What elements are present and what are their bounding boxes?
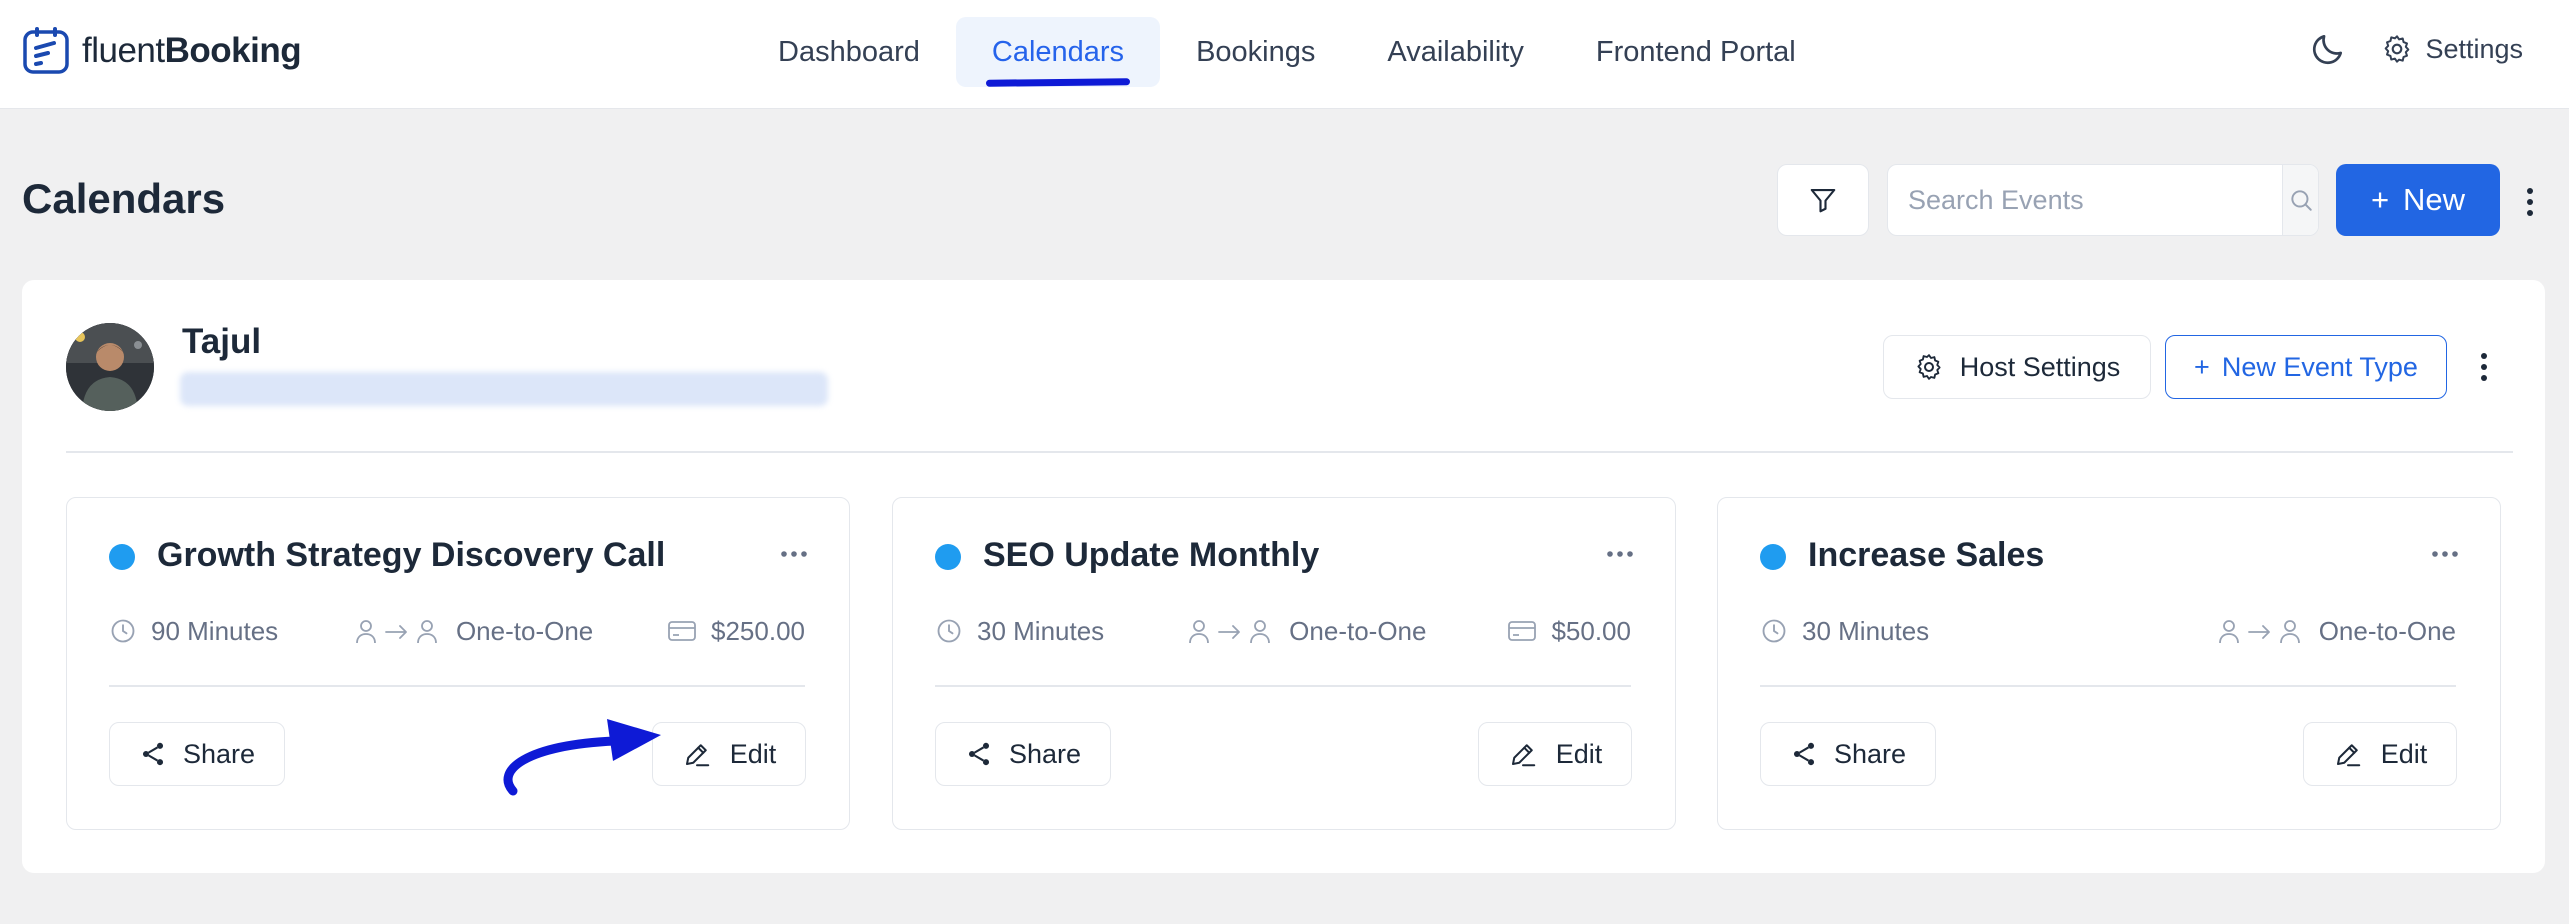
pencil-icon: [1511, 744, 1535, 767]
nav-item-label: Dashboard: [778, 35, 920, 68]
edit-button[interactable]: Edit: [652, 722, 806, 786]
one-to-one-icon: [1189, 620, 1271, 644]
host-name: Tajul: [182, 322, 262, 361]
one-to-one-icon: [356, 620, 437, 644]
search-events: [1887, 164, 2319, 236]
event-price: $50.00: [1551, 615, 1631, 646]
event-card: Growth Strategy Discovery Call 90 Minute…: [66, 497, 850, 830]
nav-item-label: Calendars: [991, 35, 1125, 68]
gear-icon: [2385, 35, 2410, 63]
share-icon: [968, 742, 990, 766]
settings-link[interactable]: Settings: [2381, 33, 2523, 65]
calendar-logo-icon: [23, 27, 69, 74]
edit-button[interactable]: Edit: [2303, 722, 2457, 786]
horizontal-dots-icon[interactable]: [2430, 548, 2460, 560]
search-icon: [2290, 190, 2312, 211]
event-type: One-to-One: [2318, 615, 2456, 646]
settings-label: Settings: [2425, 33, 2523, 64]
one-to-one-icon: [2218, 620, 2300, 644]
event-status-dot: [109, 544, 135, 570]
active-nav-underline-annotation: [985, 78, 1131, 87]
page-title: Calendars: [22, 175, 226, 222]
gear-icon: [1917, 354, 1941, 380]
event-status-dot: [935, 544, 961, 570]
top-navigation-bar: fluentBooking Dashboard Calendars Bookin…: [0, 0, 2569, 109]
logo-wordmark: fluentBooking: [82, 31, 302, 70]
nav-item-frontend-portal[interactable]: Frontend Portal: [1560, 17, 1832, 87]
edit-button[interactable]: Edit: [1478, 722, 1632, 786]
more-options-icon[interactable]: [2520, 183, 2540, 221]
nav-item-bookings[interactable]: Bookings: [1160, 17, 1351, 87]
edit-label: Edit: [729, 738, 777, 769]
event-title[interactable]: SEO Update Monthly: [983, 536, 1319, 575]
card-payment-icon: [668, 621, 696, 641]
horizontal-dots-icon[interactable]: [779, 548, 809, 560]
nav-item-dashboard[interactable]: Dashboard: [742, 17, 956, 87]
nav-item-availability[interactable]: Availability: [1351, 17, 1559, 87]
event-title[interactable]: Growth Strategy Discovery Call: [157, 536, 665, 575]
edit-label: Edit: [2380, 738, 2428, 769]
nav-item-label: Bookings: [1196, 35, 1316, 68]
event-meta: 30 Minutes One-to-One: [1760, 612, 2456, 650]
search-button[interactable]: [2282, 165, 2318, 235]
event-type: One-to-One: [1289, 615, 1427, 646]
event-price: $250.00: [711, 615, 805, 646]
event-duration: 90 Minutes: [151, 615, 279, 646]
share-label: Share: [1833, 738, 1907, 769]
event-status-dot: [1760, 544, 1786, 570]
new-event-type-button[interactable]: + New Event Type: [2165, 335, 2447, 399]
event-title[interactable]: Increase Sales: [1808, 536, 2044, 575]
event-meta: 90 Minutes One-to-One $250.00: [109, 612, 805, 650]
moon-icon[interactable]: [2309, 30, 2347, 68]
pencil-icon: [2336, 744, 2360, 767]
clock-icon: [937, 619, 961, 643]
filter-button[interactable]: [1777, 164, 1869, 236]
share-button[interactable]: Share: [109, 722, 285, 786]
pencil-icon: [685, 744, 709, 767]
share-label: Share: [1008, 738, 1082, 769]
plus-icon: +: [2194, 351, 2210, 382]
main-nav: Dashboard Calendars Bookings Availabilit…: [742, 17, 1832, 87]
avatar: [66, 323, 154, 411]
event-card: Increase Sales 30 Minutes One-to-One Sha…: [1717, 497, 2501, 830]
divider: [1760, 685, 2456, 687]
share-button[interactable]: Share: [1760, 722, 1936, 786]
horizontal-dots-icon[interactable]: [1605, 548, 1635, 560]
new-button[interactable]: + New: [2336, 164, 2500, 236]
nav-item-calendars[interactable]: Calendars: [955, 17, 1161, 87]
clock-icon: [111, 619, 135, 643]
card-payment-icon: [1508, 621, 1537, 641]
new-event-type-label: New Event Type: [2221, 351, 2418, 382]
event-duration: 30 Minutes: [1802, 615, 1930, 646]
event-duration: 30 Minutes: [977, 615, 1105, 646]
fluentbooking-logo[interactable]: fluentBooking: [22, 26, 302, 76]
divider: [109, 685, 805, 687]
share-button[interactable]: Share: [935, 722, 1111, 786]
search-input[interactable]: [1888, 165, 2282, 235]
divider: [66, 451, 2513, 453]
share-icon: [1793, 742, 1815, 766]
nav-item-label: Frontend Portal: [1595, 35, 1796, 68]
host-settings-button[interactable]: Host Settings: [1883, 335, 2151, 399]
top-right-actions: Settings: [2309, 30, 2523, 68]
divider: [935, 685, 1631, 687]
event-meta: 30 Minutes One-to-One $50.00: [935, 612, 1631, 650]
clock-icon: [1762, 619, 1786, 643]
event-type: One-to-One: [455, 615, 594, 646]
share-icon: [142, 742, 164, 766]
host-more-options-icon[interactable]: [2476, 348, 2492, 386]
share-label: Share: [182, 738, 256, 769]
nav-item-label: Availability: [1387, 35, 1524, 68]
avatar-photo: [66, 323, 154, 411]
event-card: SEO Update Monthly 30 Minutes One-to-One…: [892, 497, 1676, 830]
plus-icon: +: [2370, 182, 2390, 217]
new-button-label: New: [2403, 182, 2466, 217]
host-email-redacted: [180, 372, 828, 406]
host-settings-label: Host Settings: [1959, 351, 2121, 382]
filter-icon: [1810, 188, 1836, 213]
edit-label: Edit: [1555, 738, 1603, 769]
host-calendar-panel: Tajul Host Settings + New Event Type Gro…: [22, 280, 2545, 873]
